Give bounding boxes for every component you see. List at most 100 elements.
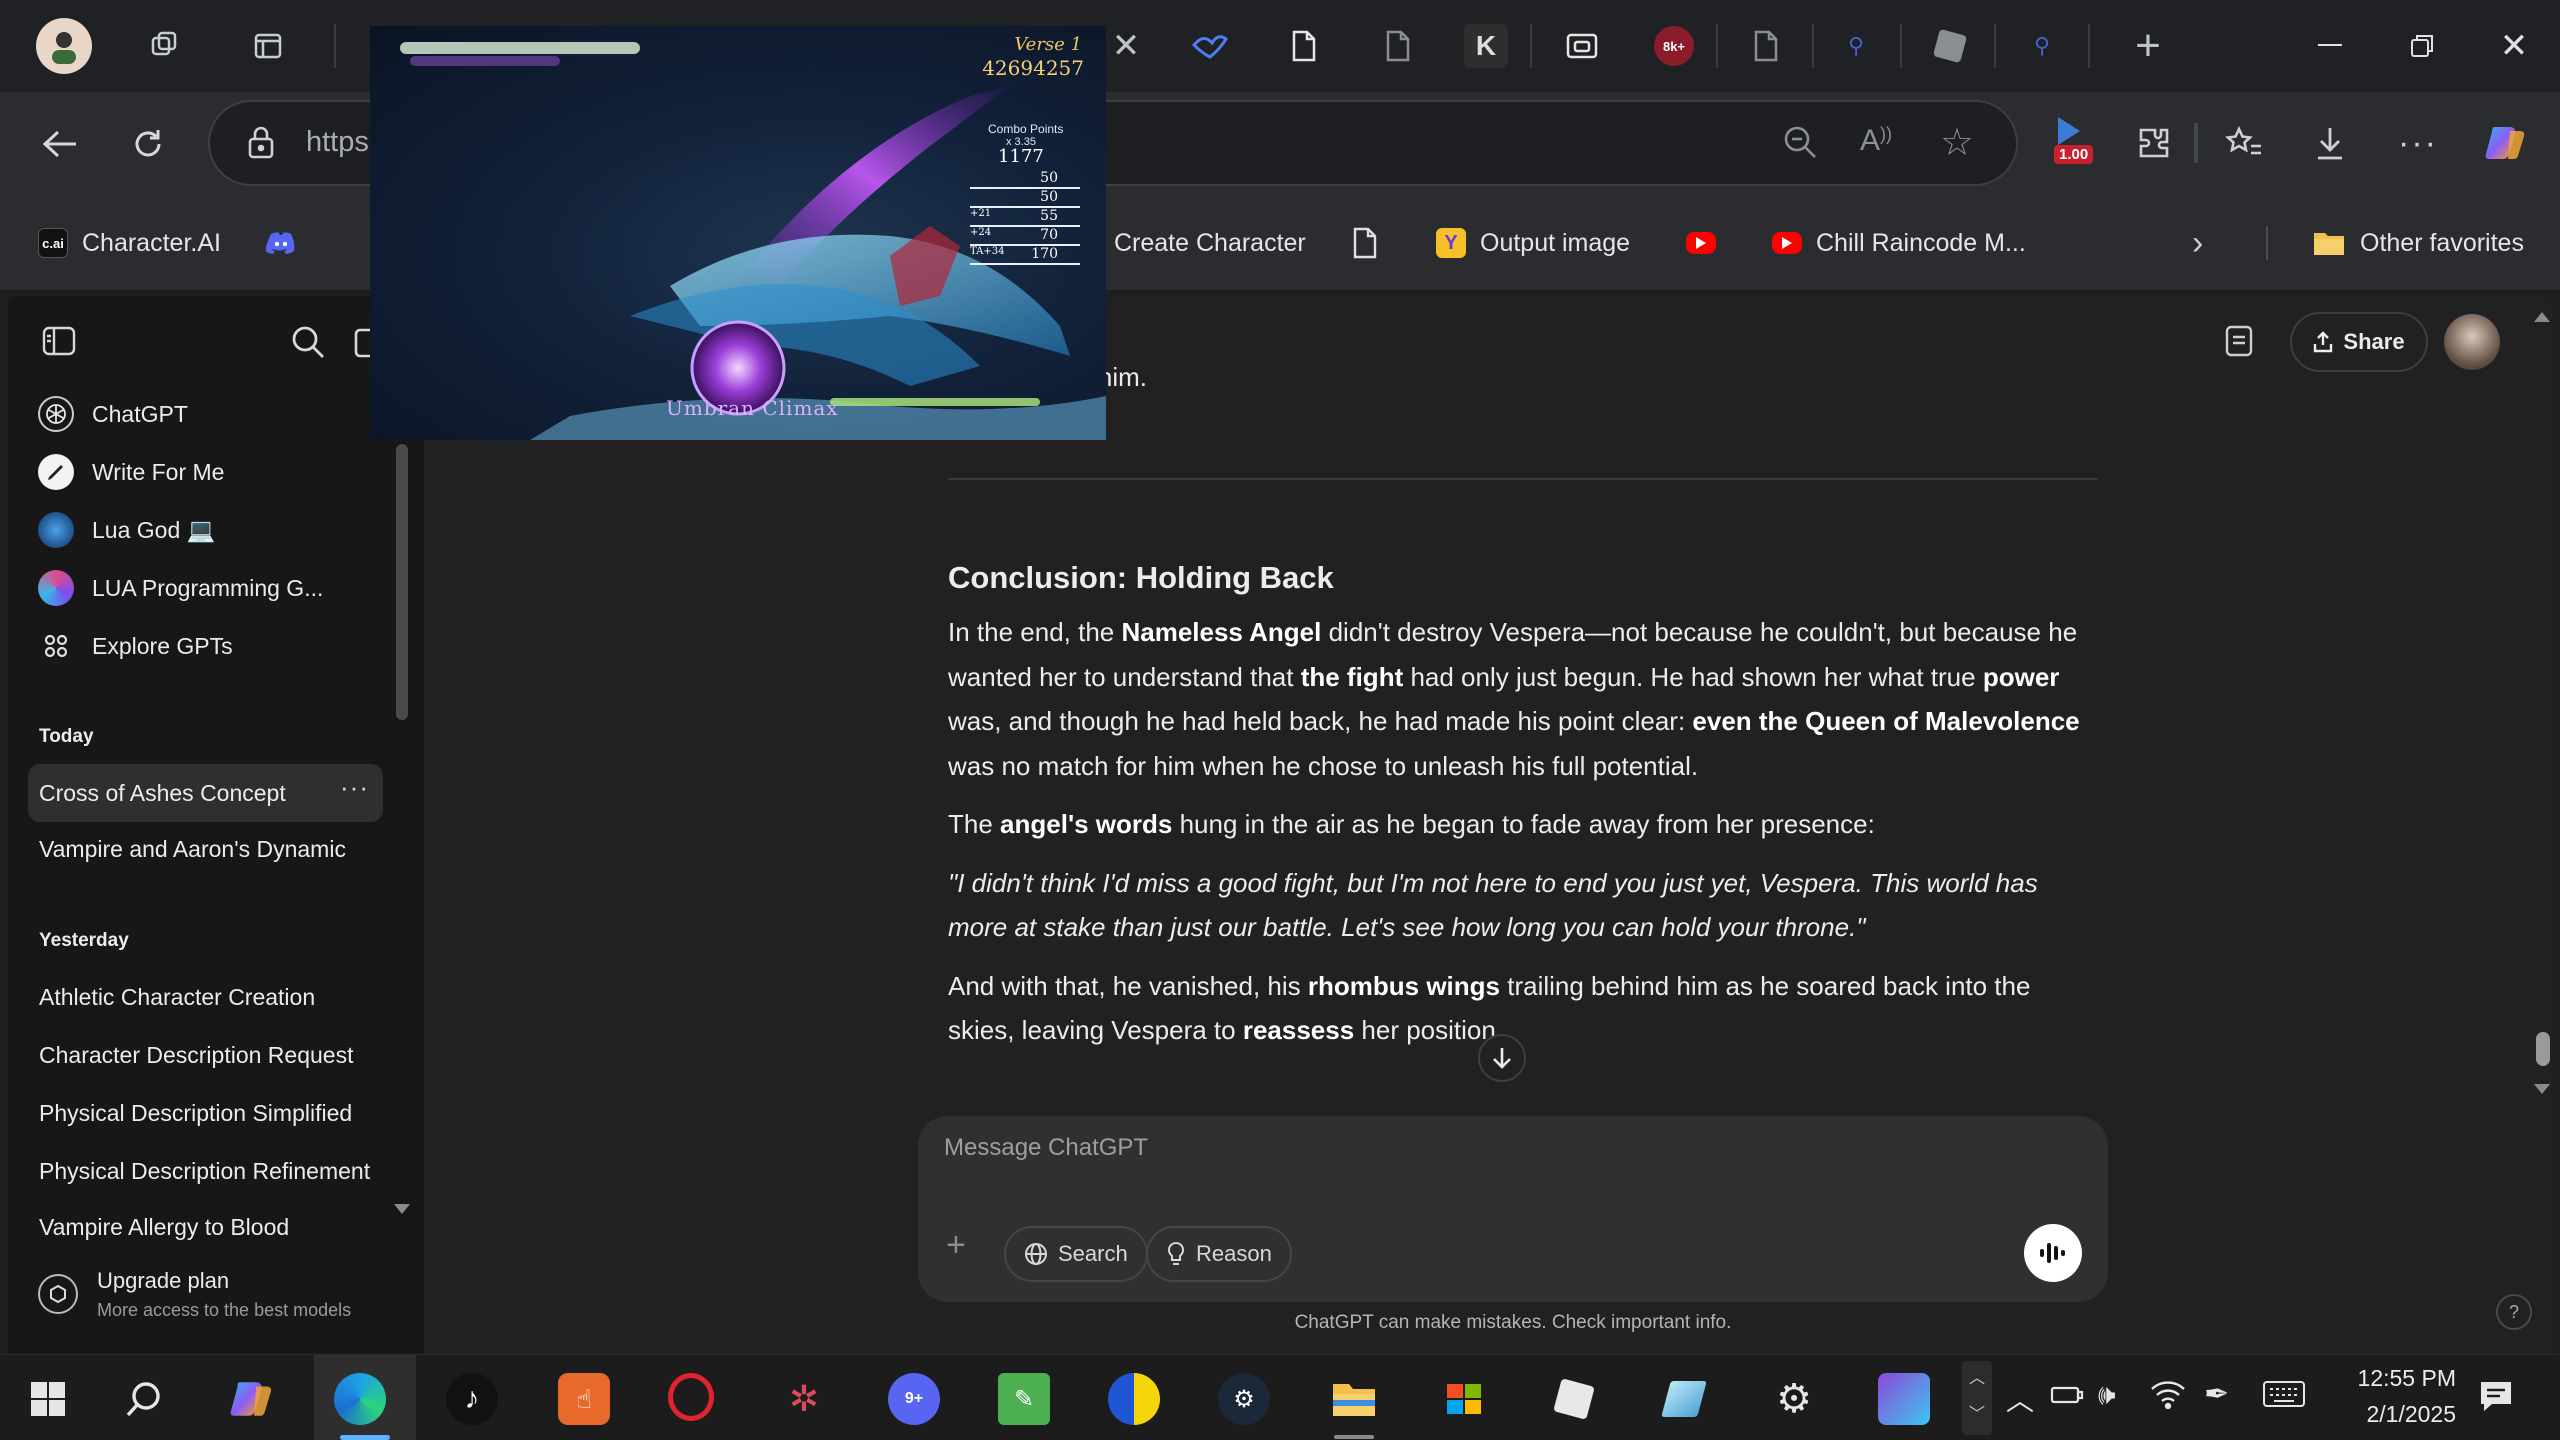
toggle-sidebar-icon[interactable] (42, 326, 76, 361)
opera-icon[interactable] (668, 1373, 714, 1421)
tab-document-icon[interactable] (1280, 22, 1328, 70)
back-icon[interactable] (30, 114, 90, 174)
taskbar-search-icon[interactable] (118, 1373, 170, 1425)
scroll-down-arrow-icon[interactable] (394, 1204, 410, 1214)
roblox-studio-icon[interactable] (1658, 1373, 1710, 1425)
explore-gpts[interactable]: Explore GPTs (38, 622, 233, 670)
chat-item[interactable]: Physical Description Refinement (39, 1158, 384, 1185)
main-scrollbar-thumb[interactable] (2536, 1032, 2550, 1066)
tab-notification-badge-icon[interactable]: 8k+ (1650, 22, 1698, 70)
search-icon[interactable] (290, 324, 326, 365)
tab-k-site-icon[interactable]: K (1464, 24, 1508, 68)
gpt-chatgpt[interactable]: ChatGPT (38, 390, 188, 438)
voice-mode-button[interactable] (2024, 1224, 2082, 1282)
downloads-icon[interactable] (2302, 115, 2358, 171)
rewards-zoom-icon[interactable]: 1.00 (2040, 115, 2120, 171)
app-orange-icon[interactable]: ☝ (558, 1373, 610, 1425)
favorite-output-image[interactable]: Y Output image (1436, 218, 1630, 268)
anime-app-icon[interactable] (1878, 1373, 1930, 1425)
favorite-document[interactable] (1352, 218, 1378, 268)
picture-in-picture-video[interactable]: Verse 1 42694257 Combo Points x 3.35 117… (370, 26, 1106, 440)
edge-icon[interactable] (334, 1373, 386, 1425)
chat-item-active[interactable]: Cross of Ashes Concept ··· (28, 764, 383, 822)
close-tab-icon[interactable]: ✕ (1102, 22, 1150, 70)
favorite-item-character-ai[interactable]: c.ai Character.AI (38, 218, 221, 268)
reason-button[interactable]: Reason (1146, 1226, 1292, 1282)
chat-options-icon[interactable]: ··· (340, 772, 369, 803)
tab-actions-icon[interactable] (244, 22, 292, 70)
favorites-overflow-chevron-icon[interactable]: › (2192, 218, 2203, 268)
minimize-icon[interactable] (2300, 20, 2360, 72)
chat-item[interactable]: Physical Description Simplified (39, 1100, 384, 1127)
lock-icon[interactable] (246, 124, 276, 165)
refresh-icon[interactable] (118, 114, 178, 174)
battery-icon[interactable] (2050, 1379, 2084, 1414)
profile-avatar-icon[interactable] (36, 18, 92, 74)
steam-icon[interactable]: ⚙ (1218, 1373, 1270, 1425)
tab-document-icon[interactable] (1742, 22, 1790, 70)
file-explorer-icon[interactable] (1328, 1373, 1380, 1425)
attach-plus-icon[interactable]: + (946, 1226, 966, 1265)
tab-document-icon[interactable] (1374, 22, 1422, 70)
clock-date[interactable]: 2/1/2025 (2336, 1401, 2456, 1428)
tab-favicon-bird-icon[interactable] (1186, 22, 1234, 70)
sidebar-scrollbar[interactable] (396, 444, 408, 720)
copilot-taskbar-icon[interactable] (226, 1373, 278, 1425)
chat-item[interactable]: Vampire and Aaron's Dynamic (39, 836, 384, 863)
globe-icon (1025, 1243, 1047, 1265)
gpt-write-for-me[interactable]: Write For Me (38, 448, 224, 496)
app-pinwheel-icon[interactable]: ✲ (778, 1373, 830, 1425)
other-favorites[interactable]: Other favorites (2312, 218, 2524, 268)
clock-time[interactable]: 12:55 PM (2336, 1365, 2456, 1392)
roblox-icon[interactable] (1548, 1373, 1600, 1425)
chat-item[interactable]: Vampire Allergy to Blood (39, 1214, 384, 1240)
message-input[interactable]: Message ChatGPT (944, 1134, 1944, 1162)
zoom-out-icon[interactable] (1780, 122, 1820, 167)
scroll-to-bottom-button[interactable] (1478, 1034, 1526, 1082)
app-split-icon[interactable] (1108, 1373, 1160, 1425)
favorites-icon[interactable] (2216, 115, 2272, 171)
upgrade-plan[interactable]: Upgrade plan More access to the best mod… (8, 1248, 424, 1354)
favorite-youtube[interactable] (1686, 218, 1716, 268)
wifi-icon[interactable] (2150, 1379, 2186, 1414)
pen-input-icon[interactable]: ✒ (2204, 1377, 2229, 1412)
user-avatar[interactable] (2444, 314, 2500, 370)
share-button[interactable]: Share (2290, 312, 2428, 372)
help-button[interactable]: ? (2496, 1294, 2532, 1330)
chat-item[interactable]: Athletic Character Creation (39, 984, 384, 1011)
favorite-create-character[interactable]: Create Character (1114, 218, 1306, 268)
extensions-icon[interactable] (2126, 115, 2182, 171)
tab-search-icon[interactable]: ⚲ (1832, 22, 1880, 70)
show-hidden-icons-icon[interactable]: ︿ (2006, 1379, 2034, 1419)
volume-icon[interactable]: 🕪 (2098, 1379, 2116, 1412)
scroll-up-arrow-icon[interactable] (2534, 312, 2550, 322)
microsoft-store-icon[interactable] (1438, 1373, 1490, 1425)
close-window-icon[interactable]: ✕ (2484, 20, 2544, 72)
scroll-down-arrow-icon[interactable] (2534, 1084, 2550, 1094)
chat-item[interactable]: Character Description Request (39, 1042, 384, 1069)
tab-search-icon[interactable]: ⚲ (2018, 22, 2066, 70)
read-aloud-icon[interactable]: A)) (1860, 124, 1892, 158)
copilot-icon[interactable] (2478, 115, 2534, 171)
favorite-chill-raincode[interactable]: Chill Raincode M... (1772, 218, 2026, 268)
settings-gear-icon[interactable]: ⚙ (1768, 1373, 1820, 1425)
more-options-icon[interactable]: ··· (2390, 115, 2446, 171)
notifications-icon[interactable] (2478, 1379, 2514, 1418)
discord-taskbar-icon[interactable]: 9+ (888, 1373, 940, 1425)
tab-picture-icon[interactable] (1558, 22, 1606, 70)
gpt-lua-god[interactable]: Lua God 💻 (38, 506, 215, 554)
tiktok-icon[interactable]: ♪ (446, 1373, 498, 1425)
search-button[interactable]: Search (1004, 1226, 1148, 1282)
gpt-lua-programming[interactable]: LUA Programming G... (38, 564, 323, 612)
app-green-icon[interactable]: ✎ (998, 1373, 1050, 1425)
start-icon[interactable] (22, 1373, 74, 1425)
keyboard-icon[interactable] (2262, 1379, 2306, 1414)
new-tab-icon[interactable]: + (2124, 21, 2172, 70)
workspaces-icon[interactable] (140, 22, 188, 70)
favorite-discord[interactable] (266, 218, 296, 268)
notes-icon[interactable] (2224, 324, 2254, 363)
taskbar-scroll-icon[interactable]: ︿ ﹀ (1962, 1361, 1992, 1435)
restore-icon[interactable] (2392, 20, 2452, 72)
tab-roblox-icon[interactable] (1926, 22, 1974, 70)
favorite-star-icon[interactable]: ☆ (1940, 120, 1974, 165)
